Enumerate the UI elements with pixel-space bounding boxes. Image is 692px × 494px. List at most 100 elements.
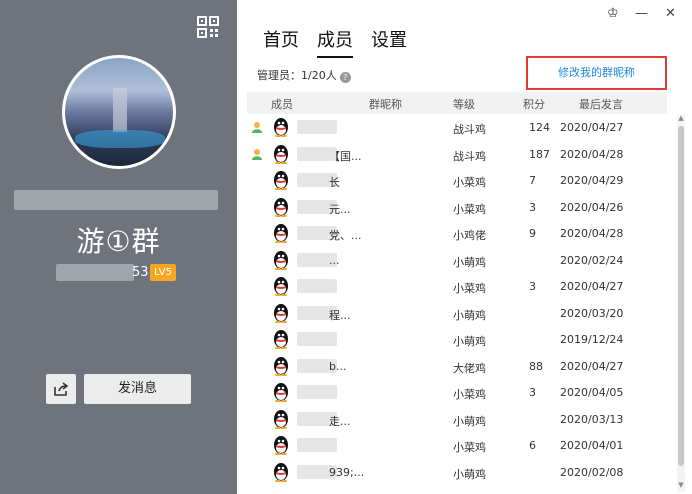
member-level: 小菜鸡 [453,282,486,295]
member-level: 小菜鸡 [453,202,486,216]
member-points: 88 [529,359,543,373]
member-nickname: 程... [329,308,351,322]
member-nickname: 长 [329,176,340,189]
member-points: 3 [529,280,536,293]
qq-penguin-icon [274,462,288,482]
table-row[interactable]: 长 小菜鸡 7 2020/04/29 [247,167,667,194]
member-last-speech: 2020/03/20 [560,306,624,320]
tab-home[interactable]: 首页 [263,26,299,58]
share-icon [54,382,69,396]
table-row[interactable]: 战斗鸡 124 2020/04/27 [247,114,667,141]
member-points: 187 [529,147,550,161]
member-points: 7 [529,174,536,187]
member-points: 6 [529,439,536,452]
member-nickname: b... [329,359,347,373]
group-avatar[interactable] [62,55,176,169]
member-points: 124 [529,121,550,134]
qq-penguin-icon [274,224,288,243]
member-level: 战斗鸡 [453,149,486,163]
qq-penguin-icon [274,277,288,296]
scroll-down-arrow[interactable]: ▼ [677,481,685,491]
blurred-member-name [297,279,337,293]
share-button[interactable] [46,374,76,404]
edit-my-nickname-link[interactable]: 修改我的群昵称 [526,56,667,90]
member-level: 小菜鸡 [453,388,486,401]
member-last-speech: 2020/02/08 [560,465,624,479]
blurred-group-id [56,264,134,281]
table-row[interactable]: b... 大佬鸡 88 2020/04/27 [247,353,667,380]
member-last-speech: 2020/04/28 [560,147,624,161]
member-last-speech: 2020/04/27 [560,121,624,134]
member-last-speech: 2020/02/24 [560,253,624,267]
blurred-owner-name [14,190,218,210]
group-profile-pane: 游①群 53 LV5 发消息 [0,0,237,494]
blurred-member-name [297,438,337,452]
member-nickname: 939;... [329,465,365,479]
table-row[interactable]: 【国... 战斗鸡 187 2020/04/28 [247,141,667,168]
qq-penguin-icon [274,436,288,455]
qq-penguin-icon [274,303,288,323]
blurred-member-name [297,120,337,134]
help-icon[interactable]: ? [339,72,351,83]
minimize-icon[interactable]: — [635,6,648,21]
admin-icon [252,148,262,160]
scroll-up-arrow[interactable]: ▲ [677,114,685,124]
col-points[interactable]: 积分 [523,96,545,112]
member-last-speech: 2020/04/26 [560,200,624,214]
admins-count: 管理员：1/20人? [257,67,351,83]
scrollbar-thumb[interactable] [678,126,684,466]
member-level: 小萌鸡 [453,308,486,322]
member-points: 3 [529,386,536,399]
tab-bar: 首页 成员 设置 [263,26,407,58]
table-row[interactable]: 元... 小菜鸡 3 2020/04/26 [247,194,667,221]
col-nickname[interactable]: 群昵称 [369,96,402,112]
table-row[interactable]: 党、... 小鸡佬 9 2020/04/28 [247,220,667,247]
table-row[interactable]: 小菜鸡 3 2020/04/27 [247,273,667,300]
member-last-speech: 2020/04/28 [560,227,624,240]
member-nickname: ... [329,253,340,267]
table-row[interactable]: 小萌鸡 2019/12/24 [247,326,667,353]
member-last-speech: 2020/04/01 [560,439,624,452]
member-level: 小菜鸡 [453,441,486,454]
close-icon[interactable]: ✕ [665,6,676,21]
col-level[interactable]: 等级 [453,96,475,112]
member-level: 小萌鸡 [453,467,486,481]
member-last-speech: 2020/04/27 [560,280,624,293]
col-last-speech[interactable]: 最后发言 [579,96,623,112]
members-pane: ♔ — ✕ 首页 成员 设置 管理员：1/20人? 修改我的群昵称 成员 群昵称… [237,0,692,494]
group-name: 游①群 [76,225,161,258]
member-last-speech: 2020/04/29 [560,174,624,187]
table-row[interactable]: 小菜鸡 3 2020/04/05 [247,379,667,406]
member-last-speech: 2020/04/05 [560,386,624,399]
blurred-member-name [297,332,337,346]
level-badge: LV5 [150,264,176,281]
tab-settings[interactable]: 设置 [371,26,407,58]
table-row[interactable]: 走... 小萌鸡 2020/03/13 [247,406,667,433]
blurred-member-name [297,385,337,399]
member-level: 小菜鸡 [453,176,486,189]
tab-members[interactable]: 成员 [317,26,353,58]
col-member[interactable]: 成员 [271,96,293,112]
member-level: 小鸡佬 [453,229,486,242]
member-nickname: 党、... [329,229,362,242]
admins-label: 管理员：1/20人 [257,69,337,82]
member-level: 战斗鸡 [453,123,486,136]
avatar-image [65,58,173,166]
qq-penguin-icon [274,144,288,164]
qq-penguin-icon [274,118,288,137]
qq-penguin-icon [274,197,288,217]
table-row[interactable]: 939;... 小萌鸡 2020/02/08 [247,459,667,486]
table-row[interactable]: ... 小萌鸡 2020/02/24 [247,247,667,274]
skin-icon[interactable]: ♔ [607,6,619,21]
member-level: 小萌鸡 [453,335,486,348]
member-nickname: 走... [329,414,351,428]
member-level: 小萌鸡 [453,255,486,269]
table-row[interactable]: 程... 小萌鸡 2020/03/20 [247,300,667,327]
qr-code-icon[interactable] [197,16,219,38]
send-message-button[interactable]: 发消息 [84,374,191,404]
member-last-speech: 2019/12/24 [560,333,624,346]
admin-icon [252,122,262,133]
qq-penguin-icon [274,171,288,190]
table-row[interactable]: 小菜鸡 6 2020/04/01 [247,432,667,459]
member-points: 3 [529,200,536,214]
